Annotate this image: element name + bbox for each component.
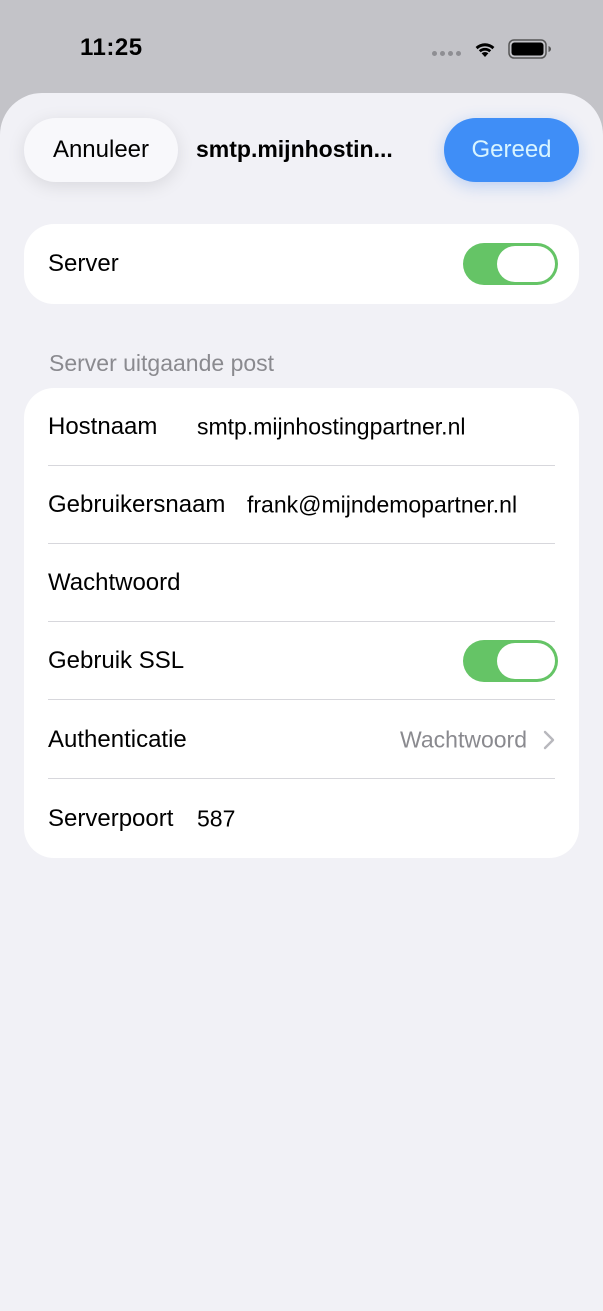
port-row[interactable]: Serverpoort 587 [24, 780, 579, 858]
toggle-knob [497, 643, 555, 679]
port-field[interactable]: 587 [197, 806, 235, 833]
done-button[interactable]: Gereed [444, 118, 579, 182]
divider [48, 699, 555, 700]
status-bar: 11:25 [0, 0, 603, 94]
username-label: Gebruikersnaam [48, 491, 226, 518]
server-label: Server [48, 250, 119, 277]
server-toggle[interactable] [463, 243, 558, 285]
password-label: Wachtwoord [48, 569, 181, 596]
chevron-right-icon [543, 730, 555, 750]
toggle-knob [497, 246, 555, 282]
ssl-label: Gebruik SSL [48, 647, 185, 674]
cancel-button[interactable]: Annuleer [24, 118, 178, 182]
authentication-label: Authenticatie [48, 726, 187, 753]
port-label: Serverpoort [48, 805, 174, 832]
password-row[interactable]: Wachtwoord [24, 544, 579, 622]
cellular-dots-icon [432, 51, 461, 56]
hostname-field[interactable]: smtp.mijnhostingpartner.nl [197, 414, 465, 441]
wifi-icon [475, 43, 495, 57]
server-row: Server [24, 225, 579, 303]
page-title: smtp.mijnhostin... [196, 136, 393, 162]
authentication-row[interactable]: Authenticatie Wachtwoord [24, 701, 579, 779]
username-row[interactable]: Gebruikersnaam frank@mijndemopartner.nl [24, 466, 579, 544]
username-field[interactable]: frank@mijndemopartner.nl [247, 492, 517, 519]
battery-icon [508, 39, 551, 59]
ssl-toggle[interactable] [463, 640, 558, 682]
server-card: Server [24, 224, 579, 304]
outgoing-server-card: Hostnaam smtp.mijnhostingpartner.nl Gebr… [24, 388, 579, 858]
ssl-row: Gebruik SSL [24, 622, 579, 700]
status-time: 11:25 [80, 34, 143, 61]
divider [48, 778, 555, 779]
section-header: Server uitgaande post [49, 350, 275, 376]
authentication-value: Wachtwoord [400, 726, 527, 753]
hostname-label: Hostnaam [48, 413, 158, 440]
hostname-row[interactable]: Hostnaam smtp.mijnhostingpartner.nl [24, 388, 579, 466]
